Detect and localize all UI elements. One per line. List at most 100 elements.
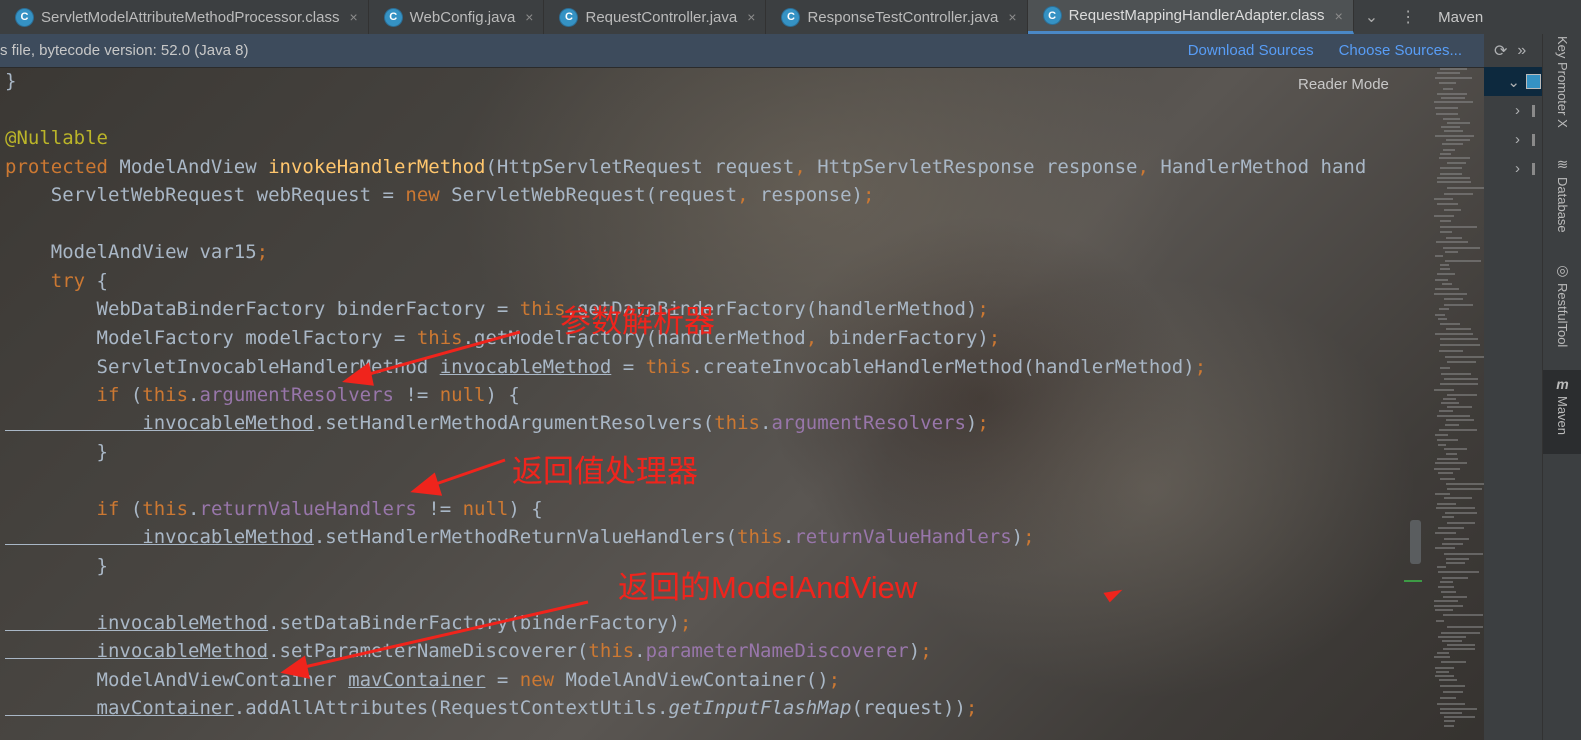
minimap-line — [1437, 566, 1446, 568]
minimap-line — [1434, 600, 1458, 602]
database-icon: ≋ — [1556, 156, 1569, 172]
minimap-line — [1437, 273, 1455, 275]
vertical-scrollbar[interactable] — [1410, 520, 1421, 564]
minimap-line — [1439, 410, 1453, 412]
minimap-line — [1435, 493, 1450, 495]
minimap-line — [1435, 279, 1448, 281]
node-bar — [1532, 133, 1535, 146]
minimap-line — [1435, 434, 1448, 436]
minimap-line — [1440, 712, 1462, 714]
minimap-line — [1446, 453, 1457, 455]
minimap-line — [1444, 553, 1483, 555]
minimap-line — [1441, 402, 1459, 404]
minimap-line — [1442, 577, 1468, 579]
maven-toolbar: ⟳ » — [1484, 34, 1542, 67]
minimap-line — [1439, 308, 1449, 310]
minimap-line — [1446, 328, 1471, 330]
minimap-line — [1435, 675, 1454, 677]
minimap-line — [1440, 383, 1478, 385]
minimap-line — [1441, 126, 1460, 128]
tool-database[interactable]: ≋ Database — [1543, 156, 1581, 233]
minimap-line — [1438, 571, 1479, 573]
more-tools-icon[interactable]: » — [1517, 42, 1526, 60]
minimap-line — [1447, 626, 1483, 628]
minimap-line — [1440, 264, 1449, 266]
code-minimap[interactable] — [1432, 68, 1486, 740]
refresh-icon[interactable]: ⟳ — [1494, 41, 1507, 61]
minimap-line — [1438, 527, 1464, 529]
minimap-line — [1447, 406, 1472, 408]
minimap-line — [1443, 596, 1467, 598]
minimap-line — [1439, 429, 1477, 431]
minimap-line — [1443, 88, 1453, 90]
tool-label: Maven — [1555, 396, 1570, 436]
minimap-line — [1446, 419, 1474, 421]
minimap-line — [1434, 468, 1460, 470]
minimap-line — [1437, 439, 1458, 441]
minimap-line — [1436, 671, 1449, 673]
annotation-arrows — [280, 330, 1123, 679]
minimap-line — [1440, 367, 1450, 369]
minimap-line — [1440, 708, 1477, 710]
minimap-line — [1434, 198, 1453, 200]
minimap-line — [1445, 512, 1477, 514]
minimap-line — [1444, 304, 1473, 306]
minimap-line — [1441, 591, 1456, 593]
minimap-line — [1440, 323, 1460, 325]
chevron-down-icon[interactable]: ⌄ — [1484, 73, 1526, 91]
tool-maven[interactable]: m Maven — [1543, 370, 1581, 454]
minimap-line — [1444, 193, 1473, 195]
minimap-line — [1440, 173, 1462, 175]
maven-project-row[interactable]: ⌄ — [1484, 67, 1542, 96]
arrow-head — [280, 655, 310, 679]
minimap-line — [1440, 220, 1451, 222]
minimap-line — [1437, 203, 1458, 205]
minimap-line — [1435, 135, 1474, 137]
minimap-line — [1435, 462, 1467, 464]
minimap-line — [1444, 378, 1478, 380]
project-icon — [1526, 74, 1541, 89]
maven-node-row[interactable]: › — [1484, 96, 1542, 125]
minimap-line — [1439, 157, 1470, 159]
minimap-line — [1441, 97, 1465, 99]
minimap-line — [1434, 215, 1454, 217]
maven-icon: m — [1556, 376, 1569, 392]
minimap-line — [1434, 605, 1463, 607]
minimap-line — [1435, 333, 1473, 335]
minimap-line — [1441, 632, 1480, 634]
chevron-right-icon[interactable]: › — [1484, 160, 1526, 177]
minimap-line — [1435, 107, 1458, 109]
minimap-line — [1446, 558, 1469, 560]
minimap-line — [1440, 226, 1477, 228]
minimap-line — [1440, 153, 1451, 155]
minimap-line — [1436, 620, 1444, 622]
minimap-line — [1438, 586, 1454, 588]
chevron-right-icon[interactable]: › — [1484, 131, 1526, 148]
minimap-line — [1440, 344, 1480, 346]
minimap-line — [1437, 93, 1467, 95]
maven-node-row[interactable]: › — [1484, 125, 1542, 154]
minimap-line — [1437, 503, 1456, 505]
arrow-model-and-view — [299, 600, 589, 670]
minimap-line — [1440, 268, 1450, 270]
minimap-line — [1440, 68, 1467, 70]
restful-tool-icon: ◎ — [1556, 262, 1569, 278]
right-tool-stripe: Key Promoter X ≋ Database ◎ RestfulTool … — [1542, 34, 1581, 740]
minimap-line — [1441, 661, 1466, 663]
maven-node-row[interactable]: › — [1484, 154, 1542, 183]
minimap-line — [1444, 298, 1463, 300]
minimap-line — [1437, 415, 1470, 417]
tool-label: Database — [1555, 177, 1570, 233]
minimap-line — [1443, 398, 1456, 400]
minimap-line — [1447, 488, 1482, 490]
arrow-return-value-handler — [429, 458, 506, 488]
minimap-line — [1440, 338, 1478, 340]
minimap-line — [1434, 656, 1450, 658]
minimap-line — [1442, 283, 1452, 285]
minimap-line — [1441, 373, 1471, 375]
minimap-line — [1435, 532, 1456, 534]
chevron-right-icon[interactable]: › — [1484, 102, 1526, 119]
tool-key-promoter-x[interactable]: Key Promoter X — [1543, 36, 1581, 128]
tool-restful-tool[interactable]: ◎ RestfulTool — [1543, 262, 1581, 347]
minimap-line — [1444, 720, 1455, 722]
